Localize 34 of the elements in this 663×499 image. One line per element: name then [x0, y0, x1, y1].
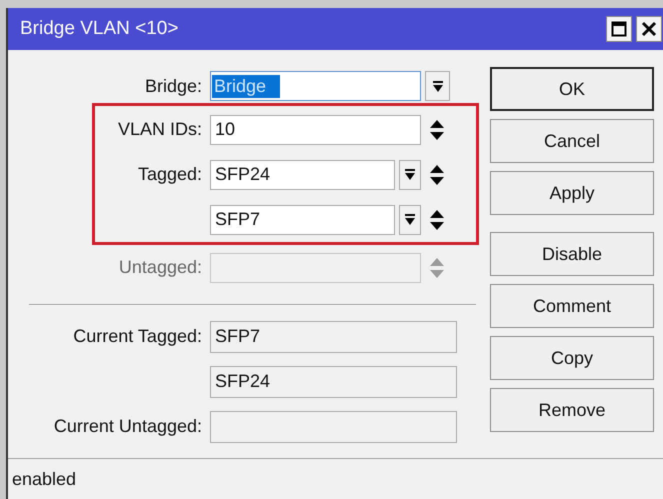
close-button[interactable] — [636, 16, 662, 42]
field-label: Tagged: — [138, 164, 202, 184]
dropdown-button[interactable] — [425, 71, 450, 101]
dropdown-button[interactable] — [399, 204, 421, 234]
spinner-icon[interactable] — [430, 118, 444, 140]
dialog-button[interactable]: Copy — [490, 336, 654, 380]
window-title: Bridge VLAN <10> — [20, 18, 178, 40]
dropdown-arrow-icon — [405, 214, 415, 225]
spinner-icon[interactable] — [430, 208, 444, 230]
maximize-button[interactable] — [606, 16, 632, 42]
field-label: Bridge: — [144, 76, 202, 96]
field-label: Untagged: — [118, 257, 202, 277]
dropdown-arrow-icon — [405, 169, 415, 180]
dropdown-arrow-icon — [432, 80, 442, 92]
dialog-button[interactable]: Disable — [490, 232, 654, 276]
input-field[interactable]: 10 — [210, 114, 421, 144]
input-field[interactable]: SFP24 — [210, 160, 395, 190]
dialog-button[interactable]: Remove — [490, 388, 654, 432]
status-text: enabled — [12, 468, 76, 490]
close-icon — [641, 21, 657, 37]
maximize-icon — [611, 21, 627, 37]
field-label: Current Tagged: — [73, 326, 202, 346]
readonly-field: SFP24 — [210, 366, 457, 398]
dialog-button[interactable]: Apply — [490, 171, 654, 215]
field-label: Current Untagged: — [54, 416, 202, 436]
readonly-field: SFP7 — [210, 320, 457, 352]
dialog-button[interactable]: OK — [490, 67, 654, 111]
spinner-icon[interactable] — [430, 164, 444, 186]
field-label: VLAN IDs: — [118, 119, 202, 139]
dialog-button[interactable]: Cancel — [490, 119, 654, 163]
dropdown-button[interactable] — [399, 160, 421, 190]
input-field[interactable]: SFP7 — [210, 204, 395, 234]
dialog-button[interactable]: Comment — [490, 284, 654, 328]
input-field[interactable]: Bridge — [210, 71, 421, 101]
